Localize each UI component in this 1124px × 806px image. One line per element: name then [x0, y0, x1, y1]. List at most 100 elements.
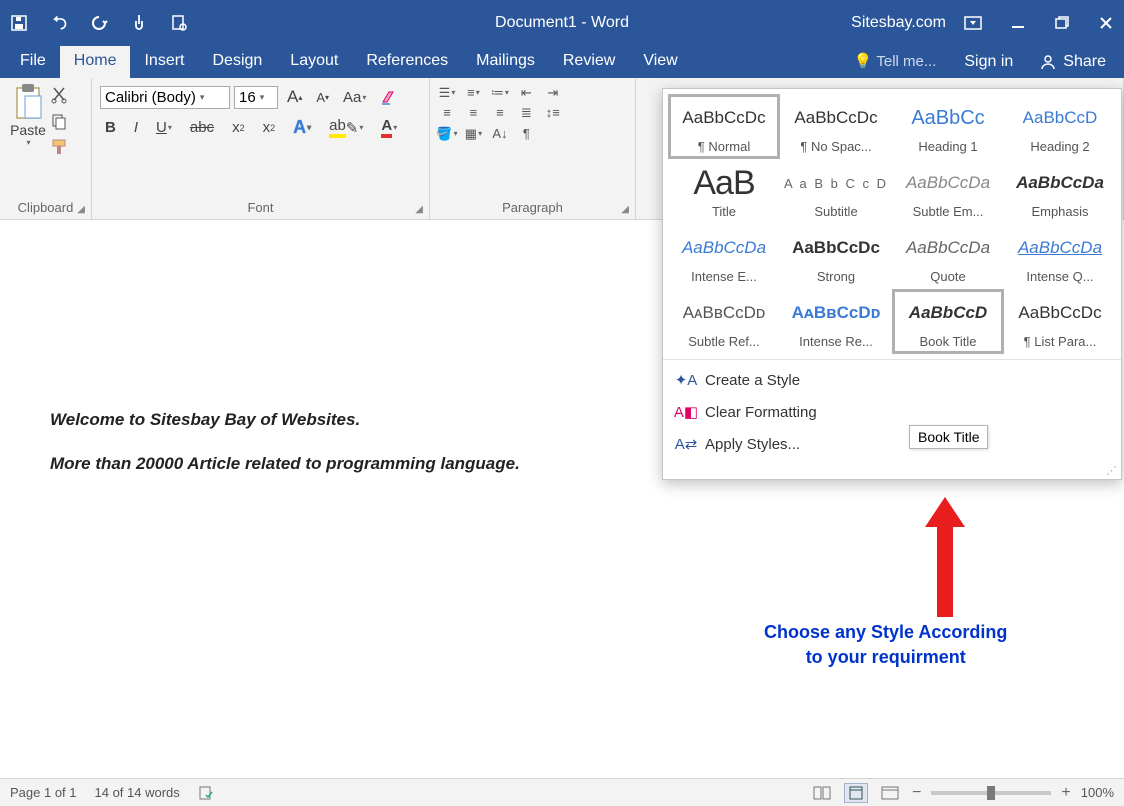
style-preview: AᴀBʙCᴄDᴅ: [783, 294, 889, 332]
word-count[interactable]: 14 of 14 words: [95, 785, 180, 800]
text-effects-icon[interactable]: A▾: [288, 115, 316, 140]
undo-icon[interactable]: [50, 14, 68, 32]
tab-home[interactable]: Home: [60, 46, 131, 78]
print-preview-icon[interactable]: [170, 14, 188, 32]
paste-button[interactable]: Paste ▾: [6, 82, 50, 147]
print-layout-icon[interactable]: [844, 783, 868, 803]
italic-button[interactable]: I: [129, 117, 143, 138]
sort-icon[interactable]: A↓: [489, 123, 511, 143]
annotation-text: Choose any Style According to your requi…: [764, 620, 1007, 670]
tell-me-input[interactable]: 💡 Tell me...: [840, 46, 951, 78]
numbering-icon[interactable]: ≡▾: [462, 82, 484, 102]
tab-view[interactable]: View: [629, 46, 691, 78]
clear-formatting-label: Clear Formatting: [705, 404, 817, 421]
align-left-icon[interactable]: ≡: [436, 103, 458, 123]
restore-icon[interactable]: [1054, 15, 1070, 31]
borders-icon[interactable]: ▦▾: [462, 124, 484, 144]
multilevel-icon[interactable]: ≔▾: [489, 83, 511, 103]
font-name-select[interactable]: Calibri (Body)▾: [100, 86, 230, 109]
style-tile-heading-1[interactable]: AaBbCcHeading 1: [893, 95, 1003, 158]
save-icon[interactable]: [10, 14, 28, 32]
style-tile-intense-e-[interactable]: AaBbCcDaIntense E...: [669, 225, 779, 288]
read-mode-icon[interactable]: [810, 783, 834, 803]
share-button[interactable]: Share: [1027, 47, 1118, 77]
resize-grip-icon[interactable]: ⋰: [663, 464, 1121, 479]
zoom-slider[interactable]: [931, 791, 1051, 795]
show-marks-icon[interactable]: ¶: [515, 123, 537, 143]
style-tile-subtitle[interactable]: A a B b C c DSubtitle: [781, 160, 891, 223]
style-tile--normal[interactable]: AaBbCcDc¶ Normal: [669, 95, 779, 158]
style-tile--no-spac-[interactable]: AaBbCcDc¶ No Spac...: [781, 95, 891, 158]
superscript-button[interactable]: x2: [258, 117, 281, 138]
style-label: Intense Re...: [783, 334, 889, 349]
create-style-item[interactable]: ✦A Create a Style: [663, 364, 1121, 396]
apply-styles-icon: A⇄: [677, 435, 695, 453]
underline-button[interactable]: U▾: [151, 117, 177, 138]
style-tile-intense-q-[interactable]: AaBbCcDaIntense Q...: [1005, 225, 1115, 288]
copy-icon[interactable]: [50, 112, 68, 130]
clear-format-icon[interactable]: [375, 86, 405, 108]
group-clipboard: Paste ▾ Clipboard◢: [0, 78, 92, 219]
paragraph-launcher-icon[interactable]: ◢: [621, 204, 629, 215]
redo-icon[interactable]: [90, 14, 108, 32]
style-preview: AaBbCcD: [1007, 99, 1113, 137]
clipboard-label: Clipboard: [18, 200, 74, 215]
style-tile-intense-re-[interactable]: AᴀBʙCᴄDᴅ Intense Re...: [781, 290, 891, 353]
style-tile-book-title[interactable]: AaBbCcDBook Title: [893, 290, 1003, 353]
close-icon[interactable]: [1098, 15, 1114, 31]
minimize-icon[interactable]: [1010, 15, 1026, 31]
style-tile-subtle-ref-[interactable]: AᴀBʙCᴄDᴅSubtle Ref...: [669, 290, 779, 353]
tab-mailings[interactable]: Mailings: [462, 46, 549, 78]
clipboard-launcher-icon[interactable]: ◢: [77, 204, 85, 215]
align-center-icon[interactable]: ≡: [462, 103, 484, 123]
spellcheck-icon[interactable]: [198, 785, 216, 801]
touch-mode-icon[interactable]: [130, 14, 148, 32]
font-color-icon[interactable]: A▾: [376, 115, 402, 140]
grow-font-icon[interactable]: A▴: [282, 85, 307, 109]
tab-layout[interactable]: Layout: [276, 46, 352, 78]
tab-file[interactable]: File: [6, 46, 60, 78]
bullets-icon[interactable]: ☰▾: [436, 83, 458, 103]
apply-styles-item[interactable]: A⇄ Apply Styles...: [663, 428, 1121, 460]
site-name: Sitesbay.com: [851, 14, 946, 32]
style-tile-heading-2[interactable]: AaBbCcDHeading 2: [1005, 95, 1115, 158]
bold-button[interactable]: B: [100, 117, 121, 138]
font-size-select[interactable]: 16▾: [234, 86, 278, 109]
tab-design[interactable]: Design: [198, 46, 276, 78]
format-painter-icon[interactable]: [50, 138, 68, 156]
shading-icon[interactable]: 🪣▾: [436, 124, 458, 144]
line-spacing-icon[interactable]: ↕≡: [542, 103, 564, 123]
zoom-level[interactable]: 100%: [1081, 785, 1114, 800]
cut-icon[interactable]: [50, 86, 68, 104]
clear-formatting-item[interactable]: A◧ Clear Formatting: [663, 396, 1121, 428]
style-tile-strong[interactable]: AaBbCcDcStrong: [781, 225, 891, 288]
paste-dropdown-icon[interactable]: ▾: [26, 138, 30, 147]
increase-indent-icon[interactable]: ⇥: [542, 83, 564, 103]
page-indicator[interactable]: Page 1 of 1: [10, 785, 77, 800]
style-tile-emphasis[interactable]: AaBbCcDaEmphasis: [1005, 160, 1115, 223]
sign-in-button[interactable]: Sign in: [950, 47, 1027, 77]
align-right-icon[interactable]: ≡: [489, 103, 511, 123]
style-tile-title[interactable]: AaBTitle: [669, 160, 779, 223]
highlight-icon[interactable]: ab✎▾: [324, 115, 368, 140]
zoom-out-icon[interactable]: −: [912, 784, 921, 802]
style-tile-subtle-em-[interactable]: AaBbCcDaSubtle Em...: [893, 160, 1003, 223]
ribbon-display-icon[interactable]: [964, 16, 982, 30]
group-paragraph: ☰▾ ≡▾ ≔▾ ⇤ ⇥ ≡ ≡ ≡ ≣ ↕≡ 🪣▾ ▦▾ A↓ ¶ Parag…: [430, 78, 636, 219]
style-label: Strong: [783, 269, 889, 284]
tab-references[interactable]: References: [352, 46, 462, 78]
strikethrough-button[interactable]: abc: [185, 117, 219, 138]
subscript-button[interactable]: x2: [227, 117, 250, 138]
font-launcher-icon[interactable]: ◢: [415, 204, 423, 215]
web-layout-icon[interactable]: [878, 783, 902, 803]
zoom-in-icon[interactable]: +: [1061, 784, 1070, 802]
change-case-icon[interactable]: Aa▾: [338, 87, 371, 108]
decrease-indent-icon[interactable]: ⇤: [515, 83, 537, 103]
shrink-font-icon[interactable]: A▾: [311, 88, 334, 107]
tab-insert[interactable]: Insert: [130, 46, 198, 78]
style-label: Intense Q...: [1007, 269, 1113, 284]
tab-review[interactable]: Review: [549, 46, 629, 78]
style-tile--list-para-[interactable]: AaBbCcDc¶ List Para...: [1005, 290, 1115, 353]
justify-icon[interactable]: ≣: [515, 103, 537, 123]
style-tile-quote[interactable]: AaBbCcDaQuote: [893, 225, 1003, 288]
